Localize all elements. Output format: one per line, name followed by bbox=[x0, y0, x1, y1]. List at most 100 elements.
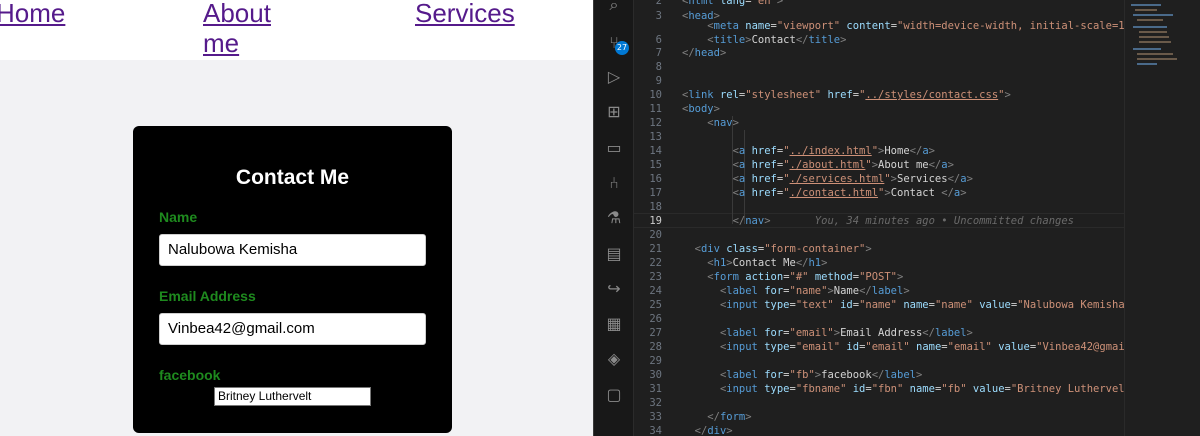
code-text: <label for="fb">facebook</label> bbox=[719, 369, 923, 381]
minimap[interactable] bbox=[1124, 0, 1200, 436]
line-number: 33 bbox=[649, 411, 662, 423]
code-line: 27 <label for="email">Email Address</lab… bbox=[634, 326, 1124, 340]
code-text: <input type="fbname" id="fbn" name="fb" … bbox=[719, 383, 1124, 395]
line-number: 13 bbox=[649, 131, 662, 143]
code-text: <input type="text" id="name" name="name"… bbox=[719, 299, 1124, 311]
code-text: <a href="../index.html">Home</a> bbox=[732, 145, 935, 157]
code-line: 30 <label for="fb">facebook</label> bbox=[634, 368, 1124, 382]
line-number: 11 bbox=[649, 103, 662, 115]
code-line: 32 bbox=[634, 396, 1124, 410]
code-text: <link rel="stylesheet" href="../styles/c… bbox=[682, 89, 1011, 101]
browser-preview: Home About me Services Contact Me Name N… bbox=[0, 0, 593, 436]
code-line: 17 <a href="./contact.html">Contact </a> bbox=[634, 186, 1124, 200]
code-text: <label for="email">Email Address</label> bbox=[719, 327, 973, 339]
activity-bar: ⌕ ⑂ 27 ▷ ⊞ ▭ ⑃ ⚗ ▤ ↪ ▦ ◈ ▢ bbox=[594, 0, 634, 436]
code-line: 23 <form action="#" method="POST"> bbox=[634, 270, 1124, 284]
nav-link-about[interactable]: About me bbox=[203, 0, 293, 58]
line-number: 16 bbox=[649, 173, 662, 185]
code-line: 21 <div class="form-container"> bbox=[634, 242, 1124, 256]
line-number: 10 bbox=[649, 89, 662, 101]
name-label: Name bbox=[159, 209, 198, 225]
line-number: 30 bbox=[649, 369, 662, 381]
git-blame-annotation: You, 34 minutes ago • Uncommitted change… bbox=[814, 215, 1074, 227]
line-number: 12 bbox=[649, 117, 662, 129]
code-line: 24 <label for="name">Name</label> bbox=[634, 284, 1124, 298]
code-line: 2 <html lang="en"> bbox=[634, 0, 1124, 8]
code-text: </form> bbox=[707, 411, 752, 423]
code-text: <meta name="viewport" content="width=dev… bbox=[707, 20, 1124, 32]
name-input[interactable]: Nalubowa Kemisha bbox=[159, 234, 426, 266]
code-line: 16 <a href="./services.html">Services</a… bbox=[634, 172, 1124, 186]
code-text: </div> bbox=[694, 425, 733, 436]
search-icon[interactable]: ⌕ bbox=[605, 0, 623, 14]
code-line: 15 <a href="./about.html">About me</a> bbox=[634, 158, 1124, 172]
docker-icon[interactable]: ▦ bbox=[605, 315, 623, 333]
facebook-input[interactable]: Britney Luthervelt bbox=[214, 387, 371, 406]
code-text: <title>Contact</title> bbox=[707, 34, 847, 46]
code-line: 14 <a href="../index.html">Home</a> bbox=[634, 144, 1124, 158]
contact-form-container: Contact Me Name Nalubowa Kemisha Email A… bbox=[133, 126, 452, 433]
code-line: 31 <input type="fbname" id="fbn" name="f… bbox=[634, 382, 1124, 396]
line-number: 9 bbox=[655, 75, 662, 87]
code-text: <a href="./about.html">About me</a> bbox=[732, 159, 954, 171]
testing-icon[interactable]: ⚗ bbox=[605, 209, 623, 227]
code-editor: ⌕ ⑂ 27 ▷ ⊞ ▭ ⑃ ⚗ ▤ ↪ ▦ ◈ ▢ 2 <html lang="… bbox=[593, 0, 1200, 436]
remote-explorer-icon[interactable]: ▭ bbox=[605, 139, 623, 157]
line-number: 20 bbox=[649, 229, 662, 241]
code-line: 28 <input type="email" id="email" name="… bbox=[634, 340, 1124, 354]
facebook-label: facebook bbox=[159, 367, 221, 383]
navbar: Home About me Services bbox=[0, 0, 593, 60]
code-line: 8 bbox=[634, 60, 1124, 74]
code-text: </head> bbox=[682, 47, 727, 59]
nav-link-services[interactable]: Services bbox=[415, 0, 515, 28]
line-number: 22 bbox=[649, 257, 662, 269]
folder-icon[interactable]: ▤ bbox=[605, 245, 623, 263]
live-share-icon[interactable]: ↪ bbox=[605, 280, 623, 298]
python-icon[interactable]: ◈ bbox=[605, 350, 623, 368]
code-line: 11 <body> bbox=[634, 102, 1124, 116]
code-text: <html lang="en"> bbox=[682, 0, 784, 7]
code-line: 9 bbox=[634, 74, 1124, 88]
code-text: <a href="./services.html">Services</a> bbox=[732, 173, 973, 185]
extensions-icon[interactable]: ⊞ bbox=[605, 103, 623, 121]
code-line: 13 bbox=[634, 130, 1124, 144]
line-number: 23 bbox=[649, 271, 662, 283]
git-graph-icon[interactable]: ⑃ bbox=[605, 174, 623, 192]
code-line: 34 </div> bbox=[634, 424, 1124, 436]
line-number: 31 bbox=[649, 383, 662, 395]
code-text: <nav> bbox=[707, 117, 739, 129]
line-number: 24 bbox=[649, 285, 662, 297]
comments-icon[interactable]: ▢ bbox=[605, 386, 623, 404]
code-area[interactable]: 2 <html lang="en"> 3 <head> <meta name="vi… bbox=[634, 0, 1124, 436]
code-text: </nav> You, 34 minutes ago • Uncommitted… bbox=[732, 215, 1074, 227]
code-line: 10 <link rel="stylesheet" href="../styles… bbox=[634, 88, 1124, 102]
line-number: 27 bbox=[649, 327, 662, 339]
line-number: 29 bbox=[649, 355, 662, 367]
code-line: 12 <nav> bbox=[634, 116, 1124, 130]
nav-link-home[interactable]: Home bbox=[0, 0, 65, 28]
code-line: 22 <h1>Contact Me</h1> bbox=[634, 256, 1124, 270]
line-number: 28 bbox=[649, 341, 662, 353]
code-line: 29 bbox=[634, 354, 1124, 368]
line-number: 2 bbox=[655, 0, 662, 7]
code-line: 26 bbox=[634, 312, 1124, 326]
line-number: 34 bbox=[649, 425, 662, 436]
line-number: 17 bbox=[649, 187, 662, 199]
line-number: 18 bbox=[649, 201, 662, 213]
email-label: Email Address bbox=[159, 288, 256, 304]
code-line: 19 </nav> You, 34 minutes ago • Uncommit… bbox=[634, 214, 1124, 228]
code-line: 18 bbox=[634, 200, 1124, 214]
code-line: 33 </form> bbox=[634, 410, 1124, 424]
run-debug-icon[interactable]: ▷ bbox=[605, 68, 623, 86]
code-text: <input type="email" id="email" name="ema… bbox=[719, 341, 1124, 353]
email-input[interactable]: Vinbea42@gmail.com bbox=[159, 313, 426, 345]
form-title: Contact Me bbox=[235, 166, 350, 189]
code-text: <h1>Contact Me</h1> bbox=[707, 257, 828, 269]
code-line: <meta name="viewport" content="width=dev… bbox=[634, 19, 1124, 33]
line-number: 6 bbox=[655, 34, 662, 46]
line-number: 26 bbox=[649, 313, 662, 325]
code-line: 20 bbox=[634, 228, 1124, 242]
code-line: 25 <input type="text" id="name" name="na… bbox=[634, 298, 1124, 312]
code-text: <label for="name">Name</label> bbox=[719, 285, 910, 297]
code-line: 6 <title>Contact</title> bbox=[634, 33, 1124, 47]
